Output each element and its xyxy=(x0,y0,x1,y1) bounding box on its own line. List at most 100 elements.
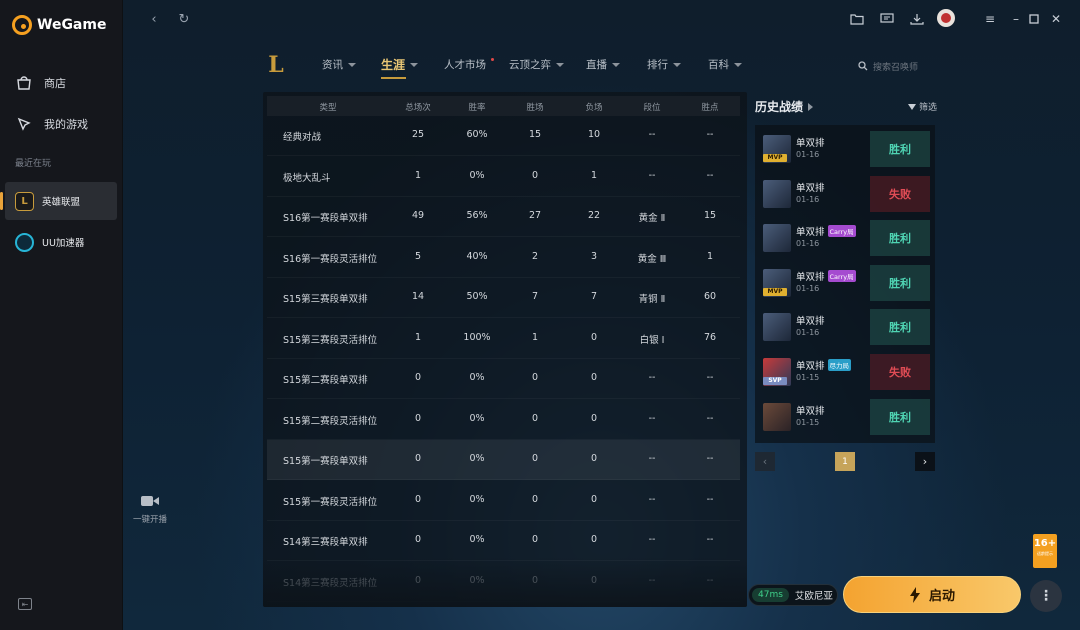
more-options-icon[interactable]: ⋮ xyxy=(1030,580,1062,612)
row-cell: 0% xyxy=(469,169,485,181)
row-type: S15第一赛段单双排 xyxy=(283,456,368,467)
champion-avatar xyxy=(763,179,791,208)
match-item[interactable]: 单双排 01-16 失败 xyxy=(760,174,932,214)
tab-career[interactable]: 生涯 xyxy=(381,56,419,79)
row-type: S15第三赛段单双排 xyxy=(283,294,368,305)
table-row[interactable]: S14第三赛段单双排 0 0% 0 0 -- -- xyxy=(267,521,740,561)
table-row[interactable]: S15第三赛段灵活排位 1 100% 1 0 白银 Ⅰ 76 xyxy=(267,319,740,359)
row-cell: -- xyxy=(648,372,656,383)
row-cell: 0 xyxy=(414,453,422,464)
match-item[interactable]: MVP 单双排 Carry局 01-16 胜利 xyxy=(760,263,932,303)
close-icon[interactable]: ✕ xyxy=(1045,8,1067,30)
column-header: 段位 xyxy=(643,103,661,113)
column-header: 类型 xyxy=(319,103,337,113)
wegame-logo[interactable]: WeGame xyxy=(12,15,106,35)
match-item[interactable]: MVP 单双排 01-16 胜利 xyxy=(760,129,932,169)
prev-page-button[interactable]: ‹ xyxy=(755,452,775,471)
summoner-search[interactable]: 搜索召唤师 xyxy=(858,55,940,77)
chevron-down-icon xyxy=(556,62,564,67)
message-icon[interactable] xyxy=(876,8,898,30)
search-input[interactable]: 搜索召唤师 xyxy=(873,60,918,73)
tab-label: 云顶之弈 xyxy=(509,59,551,71)
match-item[interactable]: 单双排 01-16 胜利 xyxy=(760,307,932,347)
refresh-icon[interactable]: ↻ xyxy=(175,10,193,28)
back-icon[interactable]: ‹ xyxy=(145,10,163,28)
table-row[interactable]: S15第一赛段单双排 0 0% 0 0 -- -- xyxy=(267,440,740,480)
lightning-icon xyxy=(909,586,920,603)
table-header: 类型 总场次 胜率 胜场 负场 段位 胜点 xyxy=(267,96,740,116)
ping-badge: 47ms xyxy=(752,588,789,602)
sidebar-item-my-games[interactable]: 我的游戏 xyxy=(0,110,123,138)
page-number[interactable]: 1 xyxy=(835,452,855,471)
table-row[interactable]: 经典对战 25 60% 15 10 -- -- xyxy=(267,116,740,156)
sidebar-game-uu[interactable]: UU加速器 xyxy=(5,223,117,261)
match-result: 失败 xyxy=(870,175,930,212)
row-cell: 1 xyxy=(706,250,714,262)
tab-news[interactable]: 资讯 xyxy=(322,57,356,72)
launch-button[interactable]: 启动 xyxy=(843,576,1021,613)
tab-live[interactable]: 直播 xyxy=(586,57,620,72)
menu-icon[interactable]: ≡ xyxy=(979,8,1001,30)
chevron-down-icon xyxy=(612,62,620,67)
row-cell: 60 xyxy=(703,291,717,302)
chevron-down-icon xyxy=(410,62,419,67)
match-item[interactable]: 单双排 01-15 胜利 xyxy=(760,397,932,437)
table-row[interactable]: S15第三赛段单双排 14 50% 7 7 青铜 Ⅱ 60 xyxy=(267,278,740,318)
tab-tft[interactable]: 云顶之弈 xyxy=(509,57,564,72)
tab-wiki[interactable]: 百科 xyxy=(708,57,742,72)
row-cell: 0% xyxy=(469,493,485,505)
row-type: 极地大乱斗 xyxy=(283,172,331,184)
match-tag: Carry局 xyxy=(827,269,856,282)
row-type: S16第一赛段灵活排位 xyxy=(283,253,378,265)
match-date: 01-16 xyxy=(796,239,820,249)
match-item[interactable]: SVP 单双排 尽力局 01-15 失败 xyxy=(760,352,932,392)
match-mode-text: 单双排 xyxy=(796,138,825,149)
lol-logo[interactable]: L xyxy=(263,50,289,80)
table-row[interactable]: S15第二赛段灵活排位 0 0% 0 0 -- -- xyxy=(267,400,740,440)
tab-talent-market[interactable]: 人才市场 xyxy=(444,57,494,72)
history-title[interactable]: 历史战绩 xyxy=(755,98,814,115)
next-page-button[interactable]: › xyxy=(915,452,935,471)
download-icon[interactable] xyxy=(906,8,928,30)
table-row[interactable]: S16第一赛段单双排 49 56% 27 22 黄金 Ⅱ 15 xyxy=(267,197,740,237)
sidebar: WeGame 商店 我的游戏 最近在玩 L 英雄联盟 UU加速器 ⇤ xyxy=(0,0,123,630)
user-avatar[interactable] xyxy=(937,9,955,27)
row-cell: 黄金 Ⅱ xyxy=(638,213,666,224)
row-type: S15第三赛段灵活排位 xyxy=(283,334,378,346)
wegame-logo-icon xyxy=(12,15,32,35)
table-row[interactable]: S15第二赛段单双排 0 0% 0 0 -- -- xyxy=(267,359,740,399)
row-cell: 0% xyxy=(469,534,485,545)
sidebar-game-lol[interactable]: L 英雄联盟 xyxy=(0,182,117,220)
wegame-window: WeGame 商店 我的游戏 最近在玩 L 英雄联盟 UU加速器 ⇤ ‹ ↻ ≡… xyxy=(0,0,1080,630)
row-cell: 27 xyxy=(528,210,542,221)
tab-label: 生涯 xyxy=(381,58,406,72)
collapse-sidebar-icon[interactable]: ⇤ xyxy=(18,598,32,610)
server-name: 艾欧尼亚 xyxy=(794,591,833,602)
match-mode-text: 单双排 xyxy=(796,316,825,328)
sidebar-item-label: 我的游戏 xyxy=(44,118,88,131)
one-click-broadcast[interactable]: 一键开播 xyxy=(130,495,170,525)
game-nav: L 资讯 生涯 人才市场 云顶之弈 直播 排行 百科 搜索召唤师 xyxy=(263,50,943,82)
table-row[interactable]: 极地大乱斗 1 0% 0 1 -- -- xyxy=(267,157,740,197)
table-row[interactable]: S15第一赛段灵活排位 0 0% 0 0 -- -- xyxy=(267,481,740,521)
maximize-icon[interactable] xyxy=(1023,8,1045,30)
row-cell: 黄金 Ⅲ xyxy=(637,253,667,265)
match-date: 01-16 xyxy=(796,328,820,338)
age-rating-badge: 16+ 适龄提示 xyxy=(1033,534,1057,568)
history-title-text: 历史战绩 xyxy=(755,100,804,114)
career-stats-table: 类型 总场次 胜率 胜场 负场 段位 胜点 经典对战 25 60% 15 10 -- -- 极… xyxy=(263,92,747,607)
table-row[interactable]: S16第一赛段灵活排位 5 40% 2 3 黄金 Ⅲ 1 xyxy=(267,238,740,278)
broadcast-label: 一键开播 xyxy=(132,515,167,525)
match-item[interactable]: 单双排 Carry局 01-16 胜利 xyxy=(760,218,932,258)
tab-label: 百科 xyxy=(708,59,729,71)
match-mode-text: 单双排 xyxy=(796,182,825,194)
row-cell: 40% xyxy=(466,250,488,262)
filter-button[interactable]: 筛选 xyxy=(908,100,937,113)
server-selector[interactable]: 47ms 艾欧尼亚 xyxy=(748,584,838,606)
folder-icon[interactable] xyxy=(846,8,868,30)
row-type: S15第二赛段灵活排位 xyxy=(283,415,378,427)
tab-ranking[interactable]: 排行 xyxy=(647,57,681,72)
sidebar-item-store[interactable]: 商店 xyxy=(0,69,123,97)
mvp-badge: MVP xyxy=(763,154,787,162)
match-mode: 单双排 xyxy=(796,403,825,417)
